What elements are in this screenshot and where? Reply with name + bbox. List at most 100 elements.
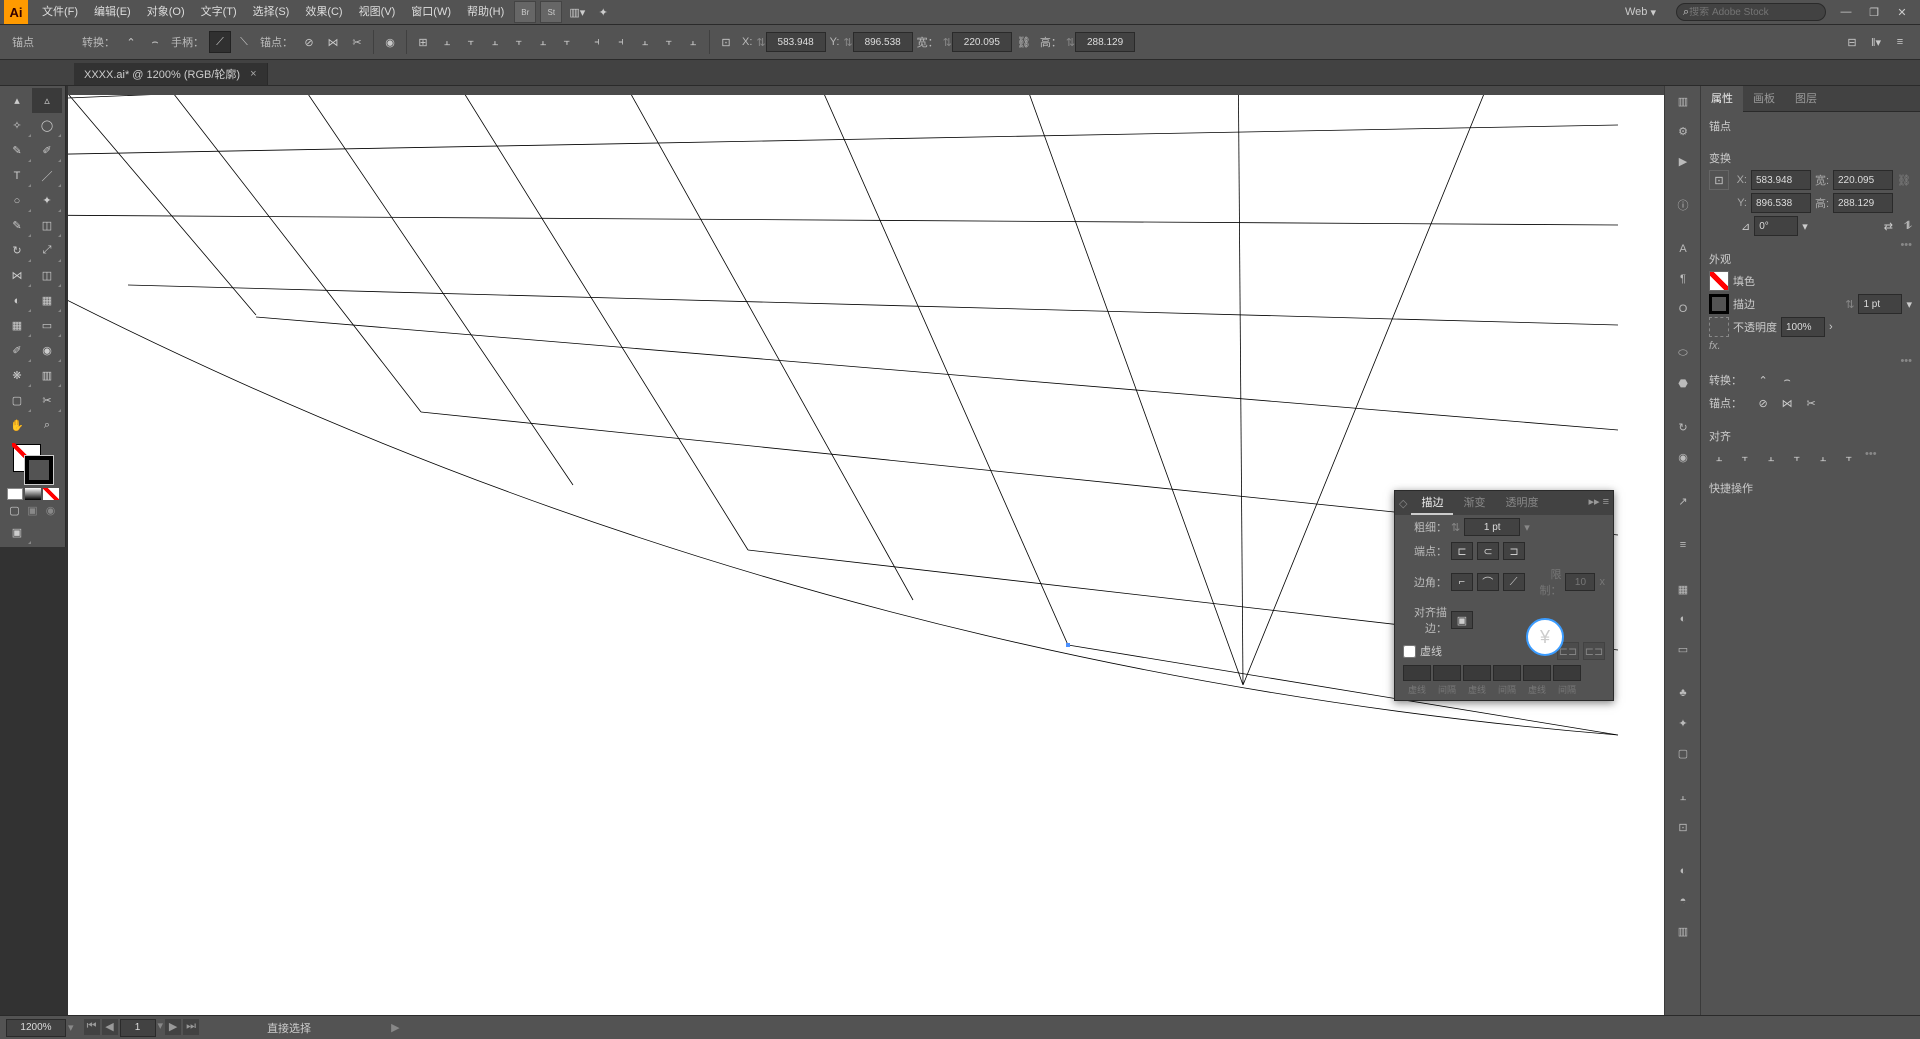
export-icon[interactable]: ↗ [1665,486,1701,516]
cap-butt-icon[interactable]: ⊏ [1451,542,1473,560]
dash-2[interactable] [1463,665,1491,681]
weight-chevron-icon[interactable]: ▾ [1524,521,1530,534]
artboard-chevron-icon[interactable]: ▾ [158,1019,164,1037]
assets-icon[interactable]: ⬣ [1665,368,1701,398]
zoom-chevron-icon[interactable]: ▾ [68,1021,74,1034]
document-tab[interactable]: XXXX.ai* @ 1200% (RGB/轮廓) × [74,63,268,85]
draw-inside-icon[interactable]: ◉ [43,504,59,516]
menu-help[interactable]: 帮助(H) [459,0,512,24]
gradient-tool[interactable]: ▭ [32,313,62,338]
transform-ref-icon[interactable]: ⊡ [715,31,737,53]
bridge-icon[interactable]: Br [514,1,536,23]
reference-point-icon[interactable]: ⊡ [1709,170,1729,190]
fill-stroke-swatch[interactable] [13,444,53,484]
convert-corner-btn[interactable]: ⌃ [1753,370,1773,390]
brush-tool[interactable]: ✦ [32,188,62,213]
handle-hide-icon[interactable]: ⟍ [233,31,255,53]
info-icon[interactable]: ⓘ [1665,190,1701,220]
link-wh-icon[interactable]: ⛓ [1013,31,1035,53]
links-icon[interactable]: ⬭ [1665,338,1701,368]
brushes-icon[interactable]: ✦ [1665,708,1701,738]
corner-bevel-icon[interactable]: ⟋ [1503,573,1525,591]
corner-round-icon[interactable]: ⌒ [1477,573,1499,591]
gap-1[interactable] [1433,665,1461,681]
fx-icon[interactable]: fx. [1709,340,1721,352]
align-vcenter-icon[interactable]: ⫠ [532,31,554,53]
menu-select[interactable]: 选择(S) [245,0,298,24]
appearance-more-icon[interactable]: ••• [1900,355,1912,367]
dist-right-icon[interactable]: ⫠ [682,31,704,53]
paragraph-icon[interactable]: ¶ [1665,264,1701,294]
dash-3[interactable] [1523,665,1551,681]
settings-icon[interactable]: ‖▾ [1865,31,1887,53]
align-more-icon[interactable]: ••• [1865,448,1877,468]
anchor-connect-btn[interactable]: ⋈ [1777,393,1797,413]
tab-layers[interactable]: 图层 [1785,86,1827,112]
tab-gradient[interactable]: 渐变 [1453,491,1495,515]
stroke-picker[interactable] [1709,294,1729,314]
x-input[interactable] [766,32,826,52]
lasso-tool[interactable]: ◯ [32,113,62,138]
menu-view[interactable]: 视图(V) [351,0,404,24]
align-r-btn[interactable]: ⫠ [1761,448,1781,468]
ellipse-tool[interactable]: ○ [2,188,32,213]
search-box[interactable]: ⌕ [1676,3,1826,21]
restore-button[interactable]: ❐ [1860,1,1888,23]
close-button[interactable]: ✕ [1888,1,1916,23]
dash-checkbox[interactable] [1403,645,1416,658]
align-vc-btn[interactable]: ⫠ [1813,448,1833,468]
width-tool[interactable]: ⋈ [2,263,32,288]
cap-square-icon[interactable]: ⊐ [1503,542,1525,560]
prop-x-input[interactable] [1751,170,1811,190]
selection-tool[interactable]: ▴ [2,88,32,113]
artboard-tool[interactable]: ▢ [2,388,32,413]
ctrl-menu-icon[interactable]: ≡ [1889,31,1911,53]
opacity-chevron-icon[interactable]: › [1829,321,1833,333]
draw-normal-icon[interactable]: ▢ [7,504,23,516]
perspective-tool[interactable]: ▦ [32,288,62,313]
color-solid-icon[interactable] [7,488,23,500]
line-tool[interactable]: ／ [32,163,62,188]
stroke-panel-icon[interactable]: ≡ [1665,530,1701,560]
prop-y-input[interactable] [1751,193,1811,213]
workspace-switcher[interactable]: Web ▾ [1611,6,1670,19]
convert-smooth-btn[interactable]: ⌢ [1777,370,1797,390]
align-artboard-icon[interactable]: ⊞ [412,31,434,53]
stock-icon[interactable]: St [540,1,562,23]
flip-v-icon[interactable]: ⥮ [1904,220,1912,233]
magic-wand-tool[interactable]: ✧ [2,113,32,138]
shape-builder-tool[interactable]: ◐ [2,288,32,313]
align-bottom-icon[interactable]: ⫟ [556,31,578,53]
search-input[interactable] [1689,7,1819,18]
arrange-icon[interactable]: ▥▾ [566,1,588,23]
mesh-tool[interactable]: ▦ [2,313,32,338]
weight-input[interactable] [1464,518,1520,536]
menu-file[interactable]: 文件(F) [34,0,86,24]
appearance-icon[interactable]: ◐ [1665,856,1701,886]
dash-1[interactable] [1403,665,1431,681]
stroke-weight-input[interactable] [1858,294,1902,314]
limit-input[interactable] [1565,573,1595,591]
align-right-icon[interactable]: ⫠ [484,31,506,53]
align-hc-btn[interactable]: ⫟ [1735,448,1755,468]
next-artboard-icon[interactable]: ▶ [165,1019,181,1035]
anchor-cut-icon[interactable]: ✂ [346,31,368,53]
menu-effect[interactable]: 效果(C) [297,0,350,24]
align-t-btn[interactable]: ⫟ [1787,448,1807,468]
dash-align-icon[interactable]: ⊏⊐ [1583,642,1605,660]
curvature-tool[interactable]: ✐ [32,138,62,163]
draw-behind-icon[interactable]: ▣ [25,504,41,516]
zoom-tool[interactable]: ⌕ [32,413,62,438]
anchor-cut-btn[interactable]: ✂ [1801,393,1821,413]
gradient-icon[interactable]: ▭ [1665,634,1701,664]
zoom-input[interactable] [6,1019,66,1037]
h-input[interactable] [1075,32,1135,52]
gap-2[interactable] [1493,665,1521,681]
artboard-num-input[interactable] [120,1019,156,1037]
color-guide-icon[interactable]: ◉ [1665,442,1701,472]
dist-left-icon[interactable]: ⫠ [634,31,656,53]
prev-artboard-icon[interactable]: ◀ [102,1019,118,1035]
last-artboard-icon[interactable]: ⏭ [183,1019,199,1035]
color-icon[interactable]: ◐ [1665,604,1701,634]
close-tab-icon[interactable]: × [250,68,256,80]
